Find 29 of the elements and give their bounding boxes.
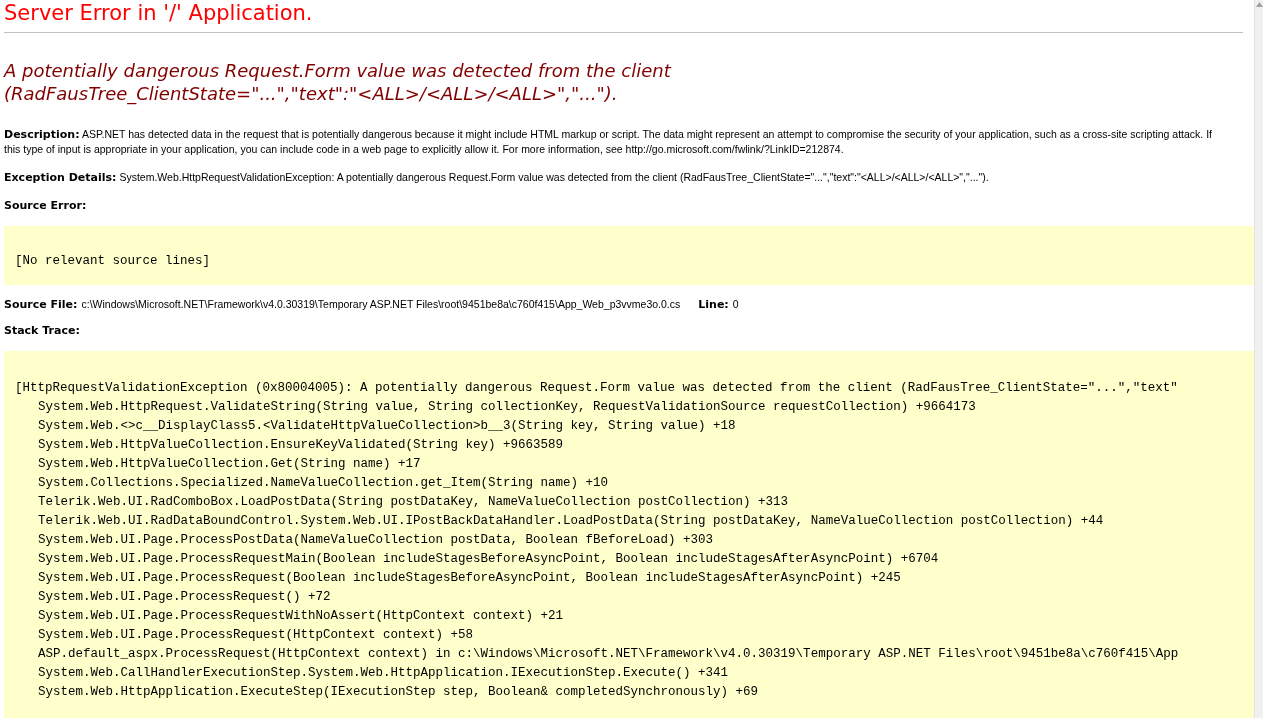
stack-trace-line: System.Web.HttpValueCollection.Get(String name) +17 <box>38 456 421 473</box>
stack-trace-line: System.Web.UI.Page.ProcessRequestMain(Boolean includeStagesBeforeAsyncPoint, Boolean includeStagesAfterAsyncPoint) +6704 <box>38 551 939 568</box>
stack-trace-line: System.Web.UI.Page.ProcessRequestWithNoAssert(HttpContext context) +21 <box>38 608 564 625</box>
section-label: Stack Trace: <box>4 324 80 337</box>
description-text: Description: ASP.NET has detected data in the request that is potentially dangerous because it might include HTML markup or script. The data might represent an attempt to compromise the security of your application, such as a cross-site scripting attack. If this type of input is appropriate in your application, you can include code in a web page to explicitly allow it. For more information, see http://go.microsoft.com/fwlink/?LinkID=212874. <box>4 127 1213 156</box>
exception-details-text: Exception Details: System.Web.HttpRequestValidationException: A potentially dangerous Request.Form value was detected from the client (RadFausTree_ClientState="...","text":"<ALL>/<ALL>/<ALL>","..."). <box>4 170 989 185</box>
field-label: Line: <box>698 298 729 311</box>
stack-trace-line: System.Web.CallHandlerExecutionStep.System.Web.HttpApplication.IExecutionStep.Execute() +341 <box>38 665 729 682</box>
stack-trace-line: ASP.default_aspx.ProcessRequest(HttpContext context) in c:\Windows\Microsoft.NET\Framework\v4.0.30319\Temporary ASP.NET Files\root\9451be8a\c760f415\App <box>38 646 1179 663</box>
stack-trace-line: [HttpRequestValidationException (0x80004005): A potentially dangerous Request.Form value was detected from the client (RadFausTree_ClientState="...","text" <box>15 380 1178 397</box>
stack-trace-line: System.Web.<>c__DisplayClass5.<ValidateHttpValueCollection>b__3(String key, String value) +18 <box>38 418 736 435</box>
section-label: Source Error: <box>4 199 87 212</box>
stack-trace-line: System.Collections.Specialized.NameValueCollection.get_Item(String name) +10 <box>38 475 609 492</box>
stack-trace-line: System.Web.UI.Page.ProcessRequest(HttpContext context) +58 <box>38 627 474 644</box>
stack-trace-line: Telerik.Web.UI.RadDataBoundControl.System.Web.UI.IPostBackDataHandler.LoadPostData(String postDataKey, NameValueCollection postCollection) +44 <box>38 513 1104 530</box>
stack-trace-line: System.Web.UI.Page.ProcessRequest() +72 <box>38 589 331 606</box>
stack-trace-line: System.Web.HttpApplication.ExecuteStep(IExecutionStep step, Boolean& completedSynchronously) +69 <box>38 684 759 701</box>
stack-trace-line: System.Web.UI.Page.ProcessPostData(NameValueCollection postData, Boolean fBeforeLoad) +303 <box>38 532 714 549</box>
stack-trace-line: Telerik.Web.UI.RadComboBox.LoadPostData(String postDataKey, NameValueCollection postCollection) +313 <box>38 494 789 511</box>
stack-trace-line: System.Web.HttpRequest.ValidateString(String value, String collectionKey, RequestValidationSource requestCollection) +9664173 <box>38 399 976 416</box>
error-heading: A potentially dangerous Request.Form value was detected from the client (RadFausTree_ClientState="...","text":"<ALL>/<ALL>/<ALL>","..."). <box>4 59 671 105</box>
scroll-up-arrow-icon[interactable] <box>1255 2 1263 7</box>
source-file-path: c:\Windows\Microsoft.NET\Framework\v4.0.30319\Temporary ASP.NET Files\root\9451be8a\c760f415\App_Web_p3vvme3o.0.cs <box>81 298 681 310</box>
stack-trace-line: System.Web.UI.Page.ProcessRequest(Boolean includeStagesBeforeAsyncPoint, Boolean includeStagesAfterAsyncPoint) +245 <box>38 570 901 587</box>
page-title: Server Error in '/' Application. <box>4 0 313 26</box>
field-label: Source File: <box>4 298 78 311</box>
line-number: 0 <box>732 298 739 310</box>
stack-trace-line: System.Web.HttpValueCollection.EnsureKeyValidated(String key) +9663589 <box>38 437 564 454</box>
code-line: [No relevant source lines] <box>15 253 211 270</box>
